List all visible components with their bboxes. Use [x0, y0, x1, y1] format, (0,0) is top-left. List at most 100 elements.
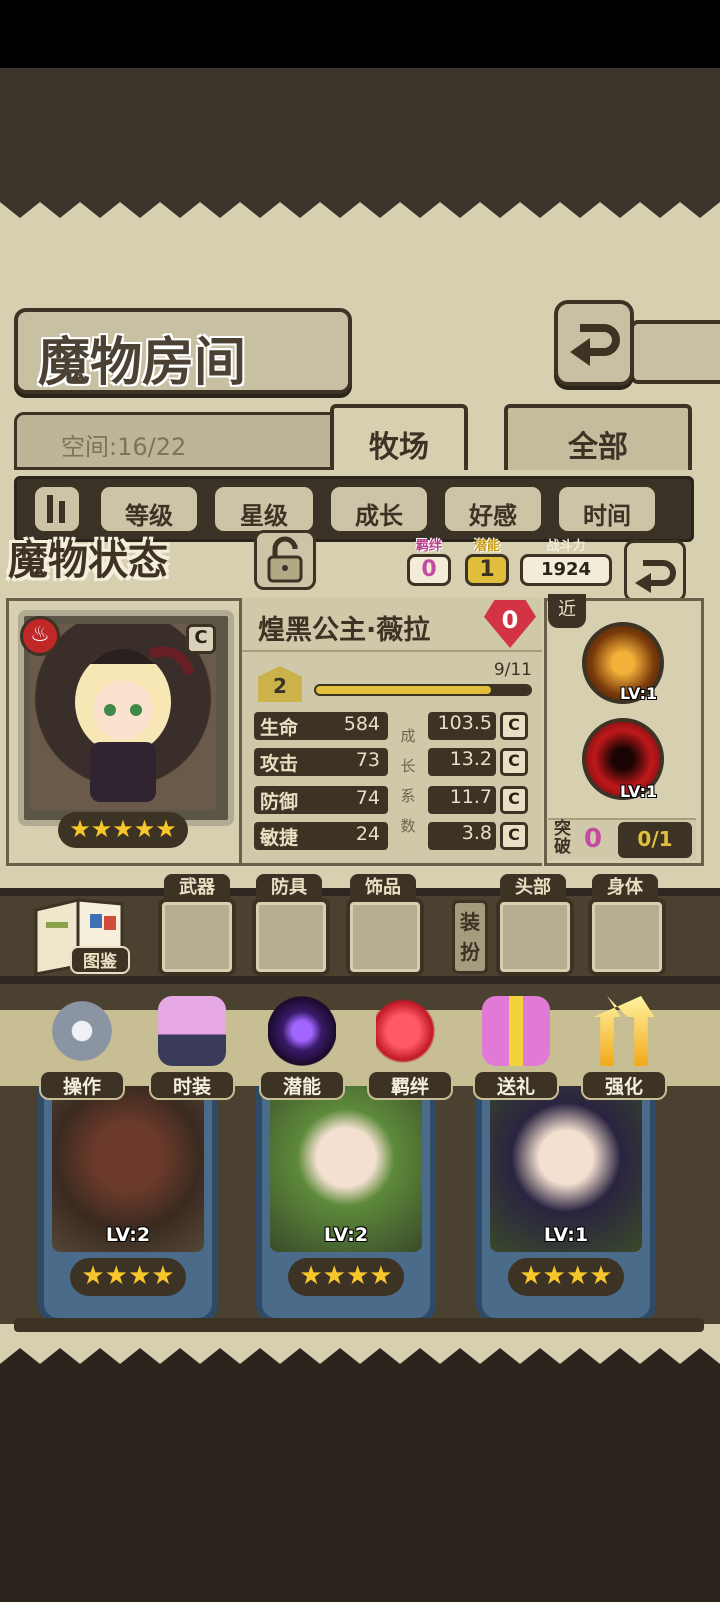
growth-agi-value: 3.8 [461, 822, 492, 844]
sort-growth-label: 成长 [355, 502, 403, 530]
sort-growth-button[interactable]: 成长 [328, 484, 430, 534]
sort-time-label: 时间 [583, 502, 631, 530]
potential-label: 潜能 [259, 1070, 345, 1100]
monster-name: 煌黑公主·薇拉 [258, 615, 431, 646]
sort-affection-button[interactable]: 好感 [442, 484, 544, 534]
exp-text: 9/11 [493, 660, 532, 680]
combat-power-label: 战斗力 [546, 539, 586, 554]
potential-label: 潜能 [473, 539, 500, 554]
tab-ranch[interactable]: 牧场 [330, 404, 468, 470]
breakthrough-label: 突破 [554, 819, 571, 857]
growth-atk-value: 13.2 [449, 748, 492, 770]
rank-badge: C [186, 624, 216, 654]
bottom-background [0, 1372, 720, 1602]
codex-label: 图鉴 [70, 946, 130, 974]
sort-level-label: 等级 [125, 502, 173, 530]
sort-time-button[interactable]: 时间 [556, 484, 658, 534]
stat-agi-label: 敏捷 [260, 827, 299, 849]
back-button-tail [630, 320, 720, 384]
outfit-label: 时装 [149, 1070, 235, 1100]
growth-atk-grade: C [500, 748, 528, 776]
growth-def-value: 11.7 [449, 786, 492, 808]
growth-def: 11.7 [428, 786, 496, 814]
lock-button[interactable] [254, 530, 316, 590]
bond-label: 羁绊 [415, 539, 442, 554]
monster-card-level: LV:2 [105, 1224, 151, 1246]
growth-def-grade: C [500, 786, 528, 814]
outfit-button[interactable]: 时装 [146, 996, 238, 1104]
back-button[interactable] [554, 300, 634, 386]
page-title-plate: 魔物房间 [14, 308, 352, 394]
growth-agi-grade: C [500, 822, 528, 850]
return-arrow-icon [635, 560, 676, 593]
stat-def-label: 防御 [260, 791, 299, 813]
gift-label: 送礼 [473, 1070, 559, 1100]
stat-def-value: 74 [355, 787, 380, 809]
padlock-open-icon [267, 536, 303, 583]
growth-agi: 3.8 [428, 822, 496, 850]
page-title: 魔物房间 [38, 332, 247, 393]
level-value: 2 [273, 674, 287, 698]
upgrade-arrows-icon [593, 996, 655, 1066]
operate-button[interactable]: 操作 [36, 996, 128, 1104]
weapon-slot[interactable] [158, 898, 236, 976]
stat-atk-value: 73 [355, 749, 380, 771]
breakthrough-value: 0 [584, 824, 603, 854]
bond-button[interactable]: 羁绊 [364, 996, 456, 1104]
return-arrow-icon [570, 324, 620, 366]
growth-label-4: 数 [400, 817, 416, 835]
body-slot[interactable] [588, 898, 666, 976]
monster-card-level: LV:2 [323, 1224, 369, 1246]
accessory-slot[interactable] [346, 898, 424, 976]
monster-card-level: LV:1 [543, 1224, 589, 1246]
monster-card-stars: ★★★★ [70, 1258, 186, 1296]
storage-bar: 空间:16/22 [14, 412, 334, 470]
stat-def: 防御 74 [254, 786, 388, 814]
growth-label-2: 长 [400, 757, 416, 775]
potential-value: 1 [465, 554, 509, 586]
tab-all-label: 全部 [568, 430, 628, 465]
sort-star-label: 星级 [240, 502, 288, 530]
bond-badge: 羁绊 0 [404, 540, 454, 586]
growth-atk: 13.2 [428, 748, 496, 776]
skill-1-level: LV:1 [620, 684, 658, 703]
storage-space-text: 空间:16/22 [61, 433, 187, 461]
stat-agi-value: 24 [355, 823, 380, 845]
combat-power-value: 1924 [520, 554, 612, 586]
dress-up-button[interactable]: 装扮 [452, 900, 488, 974]
sort-toggle-icon [47, 495, 65, 523]
upgrade-button[interactable]: 强化 [578, 996, 670, 1104]
monster-card-stars: ★★★★ [288, 1258, 404, 1296]
tab-all[interactable]: 全部 [504, 404, 692, 470]
bond-value: 0 [407, 554, 451, 586]
growth-hp-grade: C [500, 712, 528, 740]
growth-label-3: 系 [400, 787, 416, 805]
status-panel-title: 魔物状态 [8, 528, 244, 586]
head-slot[interactable] [496, 898, 574, 976]
sort-star-button[interactable]: 星级 [212, 484, 316, 534]
growth-hp: 103.5 [428, 712, 496, 740]
outfit-icon [158, 996, 226, 1066]
range-tag: 近 [548, 594, 586, 628]
monster-card-stars: ★★★★ [508, 1258, 624, 1296]
upgrade-label: 强化 [581, 1070, 667, 1100]
sort-order-button[interactable] [32, 484, 82, 534]
stat-atk: 攻击 73 [254, 748, 388, 776]
stat-atk-label: 攻击 [260, 753, 299, 775]
close-status-button[interactable] [624, 540, 686, 602]
armor-slot[interactable] [252, 898, 330, 976]
skill-2-level: LV:1 [620, 782, 658, 801]
status-title-text: 魔物状态 [8, 537, 168, 584]
gift-button[interactable]: 送礼 [470, 996, 562, 1104]
list-bottom-frame [14, 1318, 704, 1332]
zigzag-bottom-edge [0, 1348, 720, 1376]
demon-icon [268, 996, 336, 1066]
growth-label-1: 成 [400, 727, 416, 745]
sort-level-button[interactable]: 等级 [98, 484, 200, 534]
potential-button[interactable]: 潜能 [256, 996, 348, 1104]
combat-power-badge: 战斗力 1924 [520, 540, 612, 586]
breakthrough-count[interactable]: 0/1 [618, 822, 692, 858]
zigzag-top-edge [0, 190, 720, 218]
stat-hp: 生命 584 [254, 712, 388, 740]
status-bar [0, 0, 720, 68]
